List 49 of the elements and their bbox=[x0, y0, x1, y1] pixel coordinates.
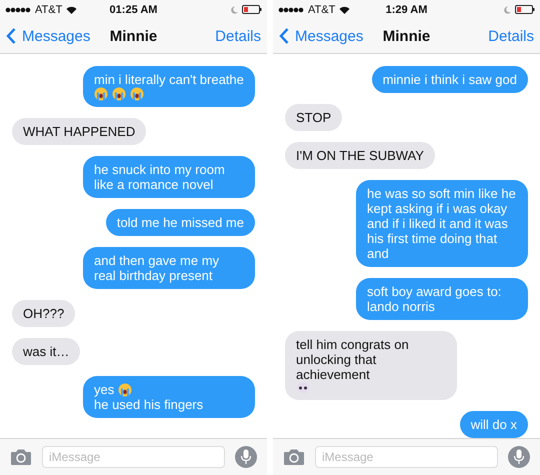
message-text: told me he missed me bbox=[116, 215, 244, 230]
back-button[interactable]: Messages bbox=[279, 28, 364, 44]
status-time: 1:29 AM bbox=[386, 4, 428, 16]
microphone-button[interactable] bbox=[235, 446, 257, 468]
battery-icon bbox=[515, 5, 535, 14]
signal-icon bbox=[5, 6, 31, 12]
message-field[interactable]: iMessage bbox=[315, 446, 498, 468]
message-text: I'M ON THE SUBWAY bbox=[296, 148, 424, 163]
message-text: will do x bbox=[470, 417, 517, 432]
wifi-icon bbox=[66, 6, 78, 14]
message-text: he was so soft min like he kept asking if i was okay and if i liked it and it was his first time doing that and bbox=[367, 186, 517, 261]
details-link[interactable]: Details bbox=[488, 28, 534, 44]
microphone-icon bbox=[240, 449, 252, 465]
message-text: yes bbox=[94, 382, 114, 397]
skull-icon bbox=[296, 382, 310, 394]
message-text: OH??? bbox=[23, 306, 64, 321]
camera-icon[interactable] bbox=[10, 449, 32, 465]
message-text: STOP bbox=[296, 110, 332, 125]
crying-face-icon bbox=[94, 87, 108, 101]
contact-name: Minnie bbox=[110, 28, 158, 44]
message-text: minnie i think i saw god bbox=[382, 72, 517, 87]
message-text: and then gave me my real birthday present bbox=[94, 253, 220, 283]
message-text: he used his fingers bbox=[94, 397, 204, 412]
back-button[interactable]: Messages bbox=[6, 28, 90, 44]
status-time: 01:25 AM bbox=[110, 4, 158, 16]
crying-face-icon bbox=[130, 87, 144, 101]
moon-icon bbox=[504, 6, 511, 14]
message-text: tell him congrats on unlocking that achievement bbox=[296, 337, 410, 382]
contact-name: Minnie bbox=[382, 28, 430, 44]
message-text: soft boy award goes to: lando norris bbox=[367, 284, 502, 314]
microphone-icon bbox=[513, 449, 525, 465]
carrier-name: AT&T bbox=[308, 4, 336, 16]
crying-face-icon bbox=[112, 87, 126, 101]
message-text: min i literally can't breathe bbox=[94, 72, 244, 87]
crying-face-icon bbox=[118, 382, 132, 396]
message-text: WHAT HAPPENED bbox=[23, 124, 136, 139]
message-text: he snuck into my room like a romance novel bbox=[94, 162, 226, 192]
battery-icon bbox=[242, 5, 262, 14]
chevron-left-icon bbox=[279, 28, 289, 44]
carrier-name: AT&T bbox=[35, 4, 62, 16]
microphone-button[interactable] bbox=[508, 446, 530, 468]
camera-icon[interactable] bbox=[283, 449, 305, 465]
wifi-icon bbox=[339, 6, 350, 14]
message-text: was it… bbox=[23, 344, 70, 359]
chevron-left-icon bbox=[6, 28, 16, 44]
moon-icon bbox=[231, 6, 238, 14]
details-link[interactable]: Details bbox=[215, 28, 261, 44]
message-field[interactable]: iMessage bbox=[42, 446, 225, 468]
signal-icon bbox=[278, 6, 304, 12]
